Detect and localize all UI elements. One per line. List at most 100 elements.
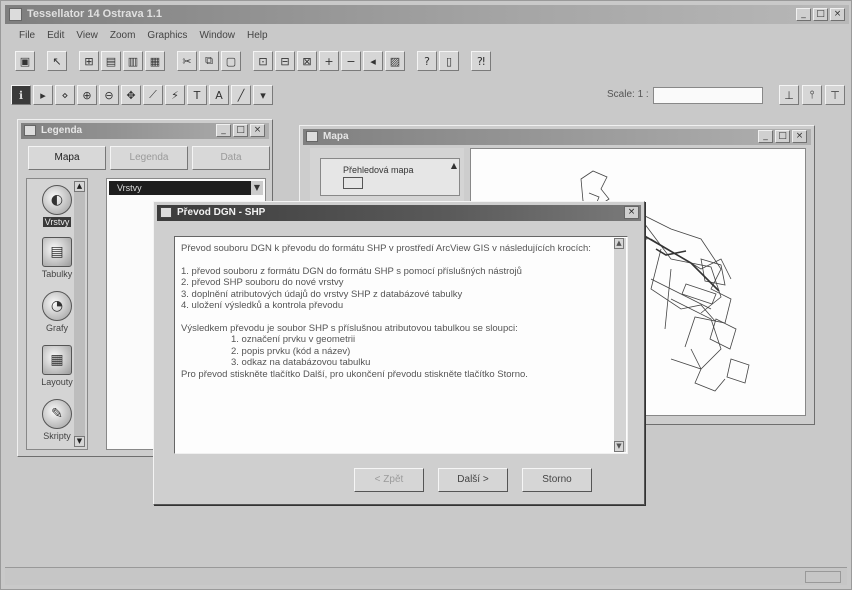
previous-extent-icon[interactable]: ◂ (363, 51, 383, 71)
map-minimize-button[interactable]: _ (758, 130, 773, 143)
dialog-scrollbar[interactable]: ▲ ▼ (614, 238, 626, 452)
split-tool-icon[interactable]: ⫯ (802, 85, 822, 105)
zoom-out-icon[interactable]: − (341, 51, 361, 71)
map-window-title: Mapa (323, 131, 349, 142)
union-tool-icon[interactable]: ⊤ (825, 85, 845, 105)
dgn-shp-dialog: Převod DGN - SHP × Převod souboru DGN k … (153, 201, 645, 505)
zoomout-tool-icon[interactable]: ⊖ (99, 85, 119, 105)
dialog-sub-item: 2. popis prvku (kód a název) (231, 345, 351, 357)
app-icon (9, 8, 22, 21)
select-icon[interactable]: ▨ (385, 51, 405, 71)
layer-symbol (343, 177, 363, 189)
label-tool-icon[interactable]: T (187, 85, 207, 105)
layout-icon: ▦ (42, 345, 72, 375)
map-close-button[interactable]: × (792, 130, 807, 143)
table-icon: ▤ (42, 237, 72, 267)
chevron-down-icon[interactable]: ▼ (251, 181, 263, 195)
tools-toolbar: ℹ ▸ ⋄ ⊕ ⊖ ✥ ⟋ ⚡ T A ╱ ▾ (11, 83, 273, 107)
minimize-button[interactable]: _ (796, 8, 811, 21)
icon-list-scrollbar[interactable]: ▲ ▼ (74, 181, 85, 447)
status-bar (5, 567, 847, 585)
panel-tabs: Mapa Legenda Data (28, 146, 270, 170)
menu-edit[interactable]: Edit (47, 30, 64, 41)
dialog-sub-item: 1. označení prvku v geometrii (231, 334, 356, 345)
scroll-up-icon[interactable]: ▲ (74, 181, 85, 192)
text-tool-icon[interactable]: A (209, 85, 229, 105)
menu-view[interactable]: View (76, 30, 98, 41)
dialog-step: 3. doplnění atributových údajů do vrstvy… (181, 288, 463, 300)
table-icon[interactable]: ▦ (145, 51, 165, 71)
panel-minimize-button[interactable]: _ (216, 124, 231, 137)
legend-panel-title: Legenda (41, 125, 83, 136)
tab-data[interactable]: Data (192, 146, 270, 170)
menu-bar: File Edit View Zoom Graphics Window Help (19, 30, 268, 41)
legend-icon[interactable]: ▥ (123, 51, 143, 71)
draw-tool-icon[interactable]: ╱ (231, 85, 251, 105)
panel-close-button[interactable]: × (250, 124, 265, 137)
dialog-close-icon[interactable]: × (624, 206, 639, 219)
panel-icon (24, 125, 36, 136)
copy-icon[interactable]: ⧉ (199, 51, 219, 71)
save-icon[interactable]: ▣ (15, 51, 35, 71)
scroll-down-icon[interactable]: ▼ (74, 436, 85, 447)
dialog-step: 4. uložení výsledků a kontrola převodu (181, 300, 344, 311)
menu-file[interactable]: File (19, 30, 35, 41)
dialog-titlebar[interactable]: Převod DGN - SHP × (157, 205, 641, 221)
menu-help[interactable]: Help (247, 30, 268, 41)
pan-tool-icon[interactable]: ✥ (121, 85, 141, 105)
tab-legend[interactable]: Legenda (110, 146, 188, 170)
status-cell (805, 571, 841, 583)
help-icon[interactable]: ⁈ (471, 51, 491, 71)
scroll-down-icon[interactable]: ▼ (614, 441, 624, 452)
zoom-layer-icon[interactable]: ⊟ (275, 51, 295, 71)
zoom-in-icon[interactable]: + (319, 51, 339, 71)
document-icon[interactable]: ▯ (439, 51, 459, 71)
menu-window[interactable]: Window (199, 30, 235, 41)
zoom-select-icon[interactable]: ⊠ (297, 51, 317, 71)
map-maximize-button[interactable]: □ (775, 130, 790, 143)
vertical-tool-icon[interactable]: ⊥ (779, 85, 799, 105)
hotlink-tool-icon[interactable]: ⚡ (165, 85, 185, 105)
layer-dropdown-value: Vrstvy (117, 183, 142, 193)
menu-zoom[interactable]: Zoom (110, 30, 136, 41)
dialog-text-area[interactable]: Převod souboru DGN k převodu do formátu … (174, 236, 628, 454)
panel-maximize-button[interactable]: □ (233, 124, 248, 137)
overview-layer-label: Přehledová mapa (343, 165, 414, 175)
main-toolbar: ▣ ↖ ⊞ ▤ ▥ ▦ ✂ ⧉ ▢ ⊡ ⊟ ⊠ + − ◂ ▨ ? ▯ ⁈ (15, 49, 491, 73)
layer-dropdown[interactable]: Vrstvy ▼ (109, 181, 263, 195)
cut-icon[interactable]: ✂ (177, 51, 197, 71)
next-button[interactable]: Další > (438, 468, 508, 492)
dialog-buttons: < Zpět Další > Storno (354, 468, 592, 492)
close-button[interactable]: × (830, 8, 845, 21)
layers-icon: ◐ (42, 185, 72, 215)
chevron-up-icon[interactable]: ▲ (451, 161, 457, 170)
dialog-intro: Převod souboru DGN k převodu do formátu … (181, 243, 591, 254)
maximize-button[interactable]: □ (813, 8, 828, 21)
scroll-up-icon[interactable]: ▲ (614, 238, 624, 249)
info-tool-icon[interactable]: ℹ (11, 85, 31, 105)
document-type-list: ◐ Vrstvy ▤ Tabulky ◔ Grafy ▦ Layouty ✎ S… (26, 178, 88, 450)
overview-layer-item[interactable]: Přehledová mapa ▲ (320, 158, 460, 196)
arrow-tool-icon[interactable]: ▸ (33, 85, 53, 105)
script-icon: ✎ (42, 399, 72, 429)
right-tools: ⊥ ⫯ ⊤ (779, 85, 845, 105)
measure-tool-icon[interactable]: ⟋ (143, 85, 163, 105)
menu-graphics[interactable]: Graphics (147, 30, 187, 41)
paste-icon[interactable]: ▢ (221, 51, 241, 71)
scale-input[interactable] (653, 87, 763, 104)
pointer-icon[interactable]: ↖ (47, 51, 67, 71)
title-bar[interactable]: Tessellator 14 Ostrava 1.1 _ □ × (5, 5, 849, 24)
back-button[interactable]: < Zpět (354, 468, 424, 492)
theme-icon[interactable]: ▤ (101, 51, 121, 71)
dialog-icon (160, 207, 172, 218)
tab-map[interactable]: Mapa (28, 146, 106, 170)
zoomin-tool-icon[interactable]: ⊕ (77, 85, 97, 105)
dropdown-tool-icon[interactable]: ▾ (253, 85, 273, 105)
cancel-button[interactable]: Storno (522, 468, 592, 492)
vertex-tool-icon[interactable]: ⋄ (55, 85, 75, 105)
zoom-full-icon[interactable]: ⊡ (253, 51, 273, 71)
legend-panel-titlebar[interactable]: Legenda _ □ × (21, 123, 269, 139)
query-icon[interactable]: ? (417, 51, 437, 71)
map-window-titlebar[interactable]: Mapa _ □ × (303, 129, 811, 145)
add-layer-icon[interactable]: ⊞ (79, 51, 99, 71)
